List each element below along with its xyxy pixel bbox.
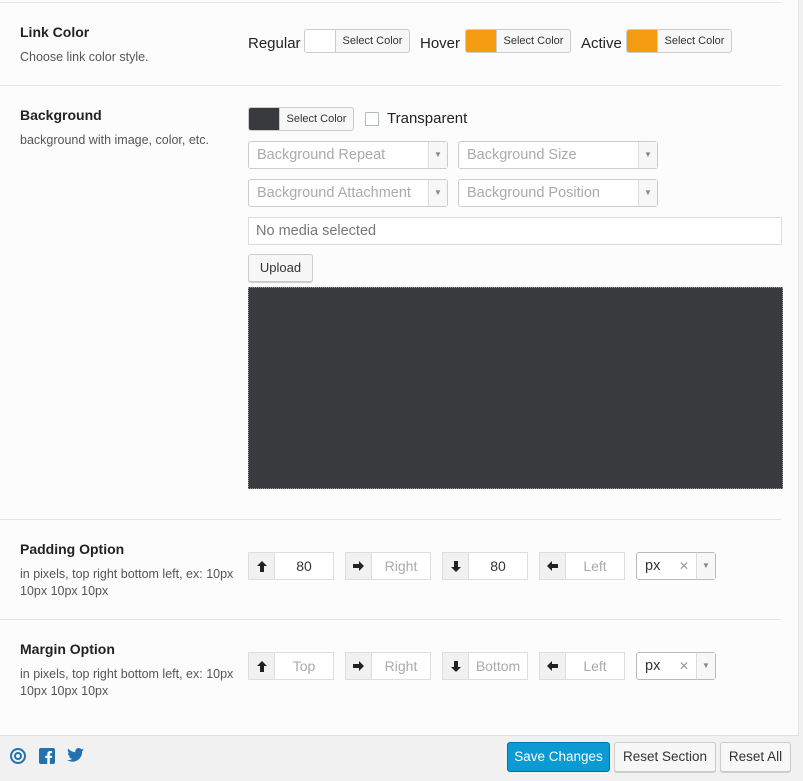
margin-left-field[interactable]: Left: [539, 652, 625, 680]
clear-icon[interactable]: ✕: [679, 553, 689, 579]
margin-unit-select[interactable]: px ✕ ▼: [636, 652, 716, 680]
chevron-down-icon: ▼: [638, 142, 657, 168]
background-description: background with image, color, etc.: [20, 133, 209, 147]
background-select-color: Select Color: [286, 113, 347, 125]
background-position-select[interactable]: Background Position ▼: [458, 179, 658, 207]
margin-right-value[interactable]: Right: [372, 653, 430, 679]
padding-unit-value: px: [645, 558, 661, 574]
chevron-down-icon: ▼: [696, 553, 715, 579]
background-title: Background: [20, 107, 102, 123]
divider: [0, 519, 781, 520]
margin-top-value[interactable]: Top: [275, 653, 333, 679]
background-size-select[interactable]: Background Size ▼: [458, 141, 658, 169]
background-size-placeholder: Background Size: [467, 147, 577, 163]
arrow-down-icon: [443, 653, 469, 679]
chevron-down-icon: ▼: [696, 653, 715, 679]
margin-description: in pixels, top right bottom left, ex: 10…: [20, 667, 234, 698]
margin-left-value[interactable]: Left: [566, 653, 624, 679]
padding-description: in pixels, top right bottom left, ex: 10…: [20, 567, 234, 598]
background-position-placeholder: Background Position: [467, 185, 600, 201]
chevron-down-icon: ▼: [638, 180, 657, 206]
arrow-left-icon: [540, 553, 566, 579]
padding-left-field[interactable]: Left: [539, 552, 625, 580]
background-color-picker[interactable]: Select Color: [248, 107, 354, 131]
save-changes-button[interactable]: Save Changes: [507, 742, 610, 772]
margin-bottom-value[interactable]: Bottom: [469, 653, 527, 679]
padding-right-field[interactable]: Right: [345, 552, 431, 580]
background-attachment-select[interactable]: Background Attachment ▼: [248, 179, 448, 207]
hover-color-swatch: [466, 30, 497, 52]
arrow-right-icon: [346, 553, 372, 579]
arrow-right-icon: [346, 653, 372, 679]
padding-unit-select[interactable]: px ✕ ▼: [636, 552, 716, 580]
regular-select-color: Select Color: [342, 35, 403, 47]
padding-bottom-field[interactable]: 80: [442, 552, 528, 580]
arrow-left-icon: [540, 653, 566, 679]
active-color-label: Active: [581, 35, 622, 52]
background-color-swatch: [249, 108, 280, 130]
link-color-title: Link Color: [20, 24, 90, 40]
arrow-up-icon: [249, 553, 275, 579]
regular-color-label: Regular: [248, 35, 301, 52]
margin-top-field[interactable]: Top: [248, 652, 334, 680]
margin-title: Margin Option: [20, 641, 115, 657]
transparent-label: Transparent: [387, 110, 468, 127]
media-url-input[interactable]: No media selected: [248, 217, 782, 245]
facebook-icon[interactable]: [39, 748, 55, 764]
upload-button[interactable]: Upload: [248, 254, 313, 282]
margin-unit-value: px: [645, 658, 661, 674]
padding-left-value[interactable]: Left: [566, 553, 624, 579]
divider: [0, 85, 781, 86]
active-select-color: Select Color: [664, 35, 725, 47]
footer-bar: Save Changes Reset Section Reset All: [0, 735, 799, 777]
support-icon[interactable]: [10, 748, 26, 764]
clear-icon[interactable]: ✕: [679, 653, 689, 679]
margin-right-field[interactable]: Right: [345, 652, 431, 680]
padding-title: Padding Option: [20, 541, 125, 557]
padding-top-value[interactable]: 80: [275, 553, 333, 579]
regular-color-swatch: [305, 30, 336, 52]
transparent-checkbox[interactable]: [365, 112, 379, 126]
arrow-down-icon: [443, 553, 469, 579]
padding-right-value[interactable]: Right: [372, 553, 430, 579]
hover-color-picker[interactable]: Select Color: [465, 29, 571, 53]
background-attachment-placeholder: Background Attachment: [257, 185, 411, 201]
reset-all-button[interactable]: Reset All: [720, 742, 791, 772]
background-repeat-placeholder: Background Repeat: [257, 147, 386, 163]
reset-section-button[interactable]: Reset Section: [614, 742, 716, 772]
chevron-down-icon: ▼: [428, 142, 447, 168]
background-repeat-select[interactable]: Background Repeat ▼: [248, 141, 448, 169]
divider: [0, 2, 781, 3]
hover-select-color: Select Color: [503, 35, 564, 47]
active-color-picker[interactable]: Select Color: [626, 29, 732, 53]
hover-color-label: Hover: [420, 35, 461, 52]
active-color-swatch: [627, 30, 658, 52]
padding-top-field[interactable]: 80: [248, 552, 334, 580]
margin-bottom-field[interactable]: Bottom: [442, 652, 528, 680]
chevron-down-icon: ▼: [428, 180, 447, 206]
arrow-up-icon: [249, 653, 275, 679]
twitter-icon[interactable]: [67, 748, 84, 764]
regular-color-picker[interactable]: Select Color: [304, 29, 410, 53]
background-preview: [248, 287, 783, 489]
link-color-description: Choose link color style.: [20, 50, 149, 64]
padding-bottom-value[interactable]: 80: [469, 553, 527, 579]
options-panel: Link Color Choose link color style. Regu…: [0, 0, 799, 735]
divider: [0, 619, 781, 620]
